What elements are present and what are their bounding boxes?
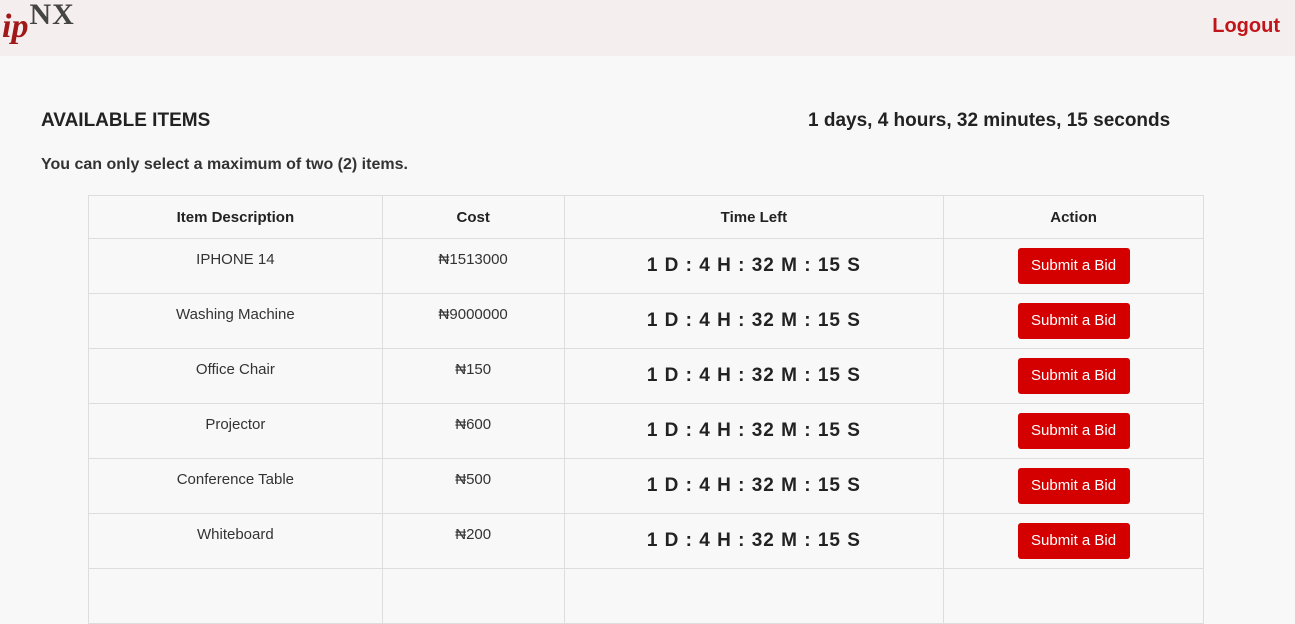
table-row: Whiteboard ₦200 1 D : 4 H : 32 M : 15 S … (88, 513, 1204, 569)
selection-limit-notice: You can only select a maximum of two (2)… (41, 156, 408, 173)
table-header-row: Item Description Cost Time Left Action (88, 195, 1204, 239)
table-row: Projector ₦600 1 D : 4 H : 32 M : 15 S S… (88, 403, 1204, 459)
item-description: Conference Table (88, 458, 383, 514)
item-description: Whiteboard (88, 513, 383, 569)
item-description: Office Chair (88, 348, 383, 404)
column-header-description: Item Description (88, 195, 383, 239)
submit-bid-button[interactable]: Submit a Bid (1017, 413, 1130, 449)
item-cost (381, 568, 565, 624)
column-header-action: Action (943, 195, 1204, 239)
item-time-left: 1 D : 4 H : 32 M : 15 S (563, 403, 945, 459)
item-action-cell: Submit a Bid (943, 403, 1204, 459)
column-header-cost: Cost (381, 195, 565, 239)
item-time-left: 1 D : 4 H : 32 M : 15 S (563, 238, 945, 294)
item-cost: ₦150 (381, 348, 565, 404)
item-cost: ₦600 (381, 403, 565, 459)
item-description: IPHONE 14 (88, 238, 383, 294)
item-time-left: 1 D : 4 H : 32 M : 15 S (563, 348, 945, 404)
item-cost: ₦500 (381, 458, 565, 514)
top-navbar: ip NX Logout (0, 0, 1295, 56)
item-action-cell: Submit a Bid (943, 513, 1204, 569)
page-title: AVAILABLE ITEMS (41, 110, 211, 131)
auction-countdown: 1 days, 4 hours, 32 minutes, 15 seconds (808, 110, 1171, 131)
logo-ip-text: ip (2, 8, 29, 45)
column-header-time-left: Time Left (563, 195, 945, 239)
submit-bid-button[interactable]: Submit a Bid (1017, 248, 1130, 284)
items-table: Item Description Cost Time Left Action I… (88, 195, 1204, 624)
item-time-left (563, 568, 945, 624)
table-row: Office Chair ₦150 1 D : 4 H : 32 M : 15 … (88, 348, 1204, 404)
item-description: Projector (88, 403, 383, 459)
item-action-cell: Submit a Bid (943, 238, 1204, 294)
submit-bid-button[interactable]: Submit a Bid (1017, 468, 1130, 504)
submit-bid-button[interactable]: Submit a Bid (1017, 303, 1130, 339)
item-description: Washing Machine (88, 293, 383, 349)
logo-nx-text: NX (29, 0, 75, 31)
item-cost: ₦9000000 (381, 293, 565, 349)
table-row: Washing Machine ₦9000000 1 D : 4 H : 32 … (88, 293, 1204, 349)
item-cost: ₦1513000 (381, 238, 565, 294)
item-action-cell: Submit a Bid (943, 293, 1204, 349)
item-time-left: 1 D : 4 H : 32 M : 15 S (563, 458, 945, 514)
item-cost: ₦200 (381, 513, 565, 569)
item-action-cell: Submit a Bid (943, 348, 1204, 404)
item-time-left: 1 D : 4 H : 32 M : 15 S (563, 293, 945, 349)
table-row: Conference Table ₦500 1 D : 4 H : 32 M :… (88, 458, 1204, 514)
submit-bid-button[interactable]: Submit a Bid (1017, 358, 1130, 394)
item-action-cell: Submit a Bid (943, 458, 1204, 514)
logout-link[interactable]: Logout (1212, 15, 1280, 38)
item-description (88, 568, 383, 624)
ipnx-logo[interactable]: ip NX (2, 0, 75, 46)
item-action-cell (943, 568, 1204, 624)
submit-bid-button[interactable]: Submit a Bid (1017, 523, 1130, 559)
table-row-partial (88, 568, 1204, 624)
table-row: IPHONE 14 ₦1513000 1 D : 4 H : 32 M : 15… (88, 238, 1204, 294)
item-time-left: 1 D : 4 H : 32 M : 15 S (563, 513, 945, 569)
